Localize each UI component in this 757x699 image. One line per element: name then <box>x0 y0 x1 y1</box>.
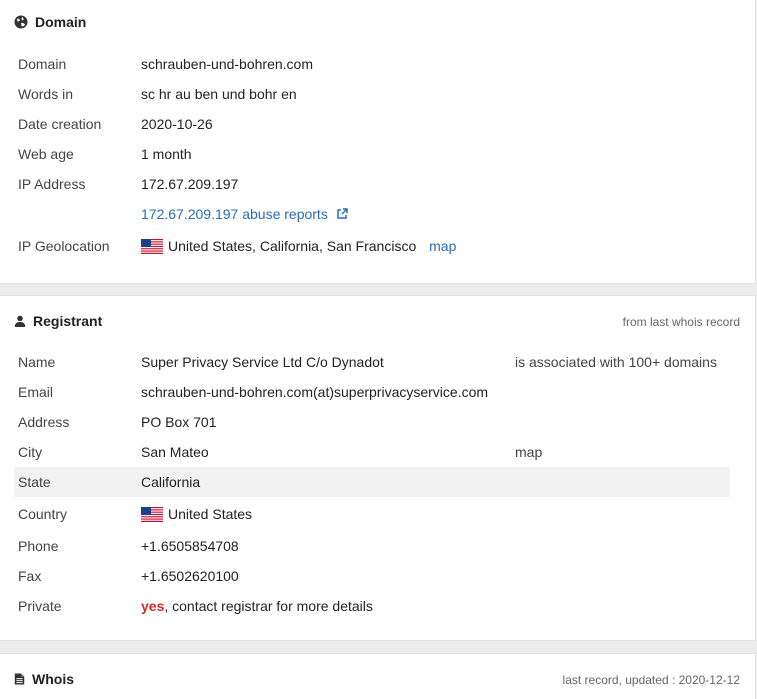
row-domain: Domain schrauben-und-bohren.com <box>18 49 730 79</box>
abuse-reports-wrapper: 172.67.209.197 abuse reports <box>141 199 348 229</box>
city-map-link[interactable]: map <box>515 437 542 467</box>
row-address: Address PO Box 701 <box>18 407 730 437</box>
label-email: Email <box>18 384 54 400</box>
value-city: San Mateo <box>141 444 209 460</box>
whois-title-text: Whois <box>32 671 74 687</box>
value-words: sc hr au ben und bohr en <box>141 86 297 102</box>
row-words: Words in sc hr au ben und bohr en <box>18 79 730 109</box>
globe-icon <box>14 15 28 29</box>
geolocation-value: United States, California, San Francisco… <box>141 231 456 261</box>
value-fax: +1.6502620100 <box>141 568 239 584</box>
whois-panel-title: Whois <box>14 671 74 687</box>
value-address: PO Box 701 <box>141 414 217 430</box>
label-state: State <box>18 474 51 490</box>
label-city: City <box>18 444 43 460</box>
registrant-panel-title: Registrant <box>14 313 102 329</box>
row-abuse-reports: 172.67.209.197 abuse reports <box>18 199 730 229</box>
row-phone: Phone +1.6505854708 <box>18 531 730 561</box>
label-date-creation: Date creation <box>18 116 102 132</box>
value-email: schrauben-und-bohren.com(at)superprivacy… <box>141 384 489 400</box>
row-name: Name Super Privacy Service Ltd C/o Dynad… <box>18 347 730 377</box>
country-value: United States <box>141 499 252 529</box>
value-web-age: 1 month <box>141 146 192 162</box>
abuse-reports-link[interactable]: 172.67.209.197 abuse reports <box>141 206 328 222</box>
row-private: Private yes, contact registrar for more … <box>18 591 730 621</box>
external-link-icon[interactable] <box>336 208 348 220</box>
us-flag-icon <box>141 507 163 522</box>
registrant-name-link[interactable]: Super Privacy Service Ltd C/o Dynadot <box>141 347 384 377</box>
label-address: Address <box>18 414 70 430</box>
associated-domains-text: is associated with 100+ domains <box>515 354 717 370</box>
label-ip-geolocation: IP Geolocation <box>18 238 110 254</box>
document-icon <box>14 673 25 685</box>
label-words: Words in <box>18 86 73 102</box>
private-yes: yes <box>141 598 165 614</box>
whois-note: last record, updated : 2020-12-12 <box>562 673 740 687</box>
label-country: Country <box>18 506 68 522</box>
geolocation-text: United States, California, San Francisco <box>168 238 417 254</box>
private-detail: , contact registrar for more details <box>164 598 373 614</box>
row-date-creation: Date creation 2020-10-26 <box>18 109 730 139</box>
registrant-panel: Registrant from last whois record Name S… <box>0 295 756 641</box>
label-name: Name <box>18 354 56 370</box>
label-fax: Fax <box>18 568 42 584</box>
country-text: United States <box>168 506 253 522</box>
row-email: Email schrauben-und-bohren.com(at)superp… <box>18 377 730 407</box>
geolocation-map-link[interactable]: map <box>429 238 456 254</box>
row-state: State California <box>14 467 730 497</box>
value-domain: schrauben-und-bohren.com <box>141 56 313 72</box>
label-private: Private <box>18 598 62 614</box>
value-phone: +1.6505854708 <box>141 538 239 554</box>
label-phone: Phone <box>18 538 59 554</box>
user-icon <box>14 315 26 327</box>
label-web-age: Web age <box>18 146 74 162</box>
value-state: California <box>141 474 201 490</box>
registrant-title-text: Registrant <box>33 313 103 329</box>
row-country: Country United States <box>18 499 730 529</box>
row-ip-address: IP Address 172.67.209.197 <box>18 169 730 199</box>
ip-address-link[interactable]: 172.67.209.197 <box>141 169 238 199</box>
row-ip-geolocation: IP Geolocation United States, California… <box>18 231 730 261</box>
row-web-age: Web age 1 month <box>18 139 730 169</box>
row-city: City San Mateo map <box>18 437 730 467</box>
domain-panel: Domain Domain schrauben-und-bohren.com W… <box>0 0 756 284</box>
value-date-creation: 2020-10-26 <box>141 116 213 132</box>
domain-panel-title: Domain <box>14 14 86 30</box>
label-ip-address: IP Address <box>18 176 86 192</box>
row-fax: Fax +1.6502620100 <box>18 561 730 591</box>
us-flag-icon <box>141 239 163 254</box>
whois-panel: Whois last record, updated : 2020-12-12 <box>0 653 756 699</box>
private-value: yes, contact registrar for more details <box>141 591 373 621</box>
label-domain: Domain <box>18 56 67 72</box>
registrant-note: from last whois record <box>622 315 740 329</box>
domain-title-text: Domain <box>35 14 87 30</box>
